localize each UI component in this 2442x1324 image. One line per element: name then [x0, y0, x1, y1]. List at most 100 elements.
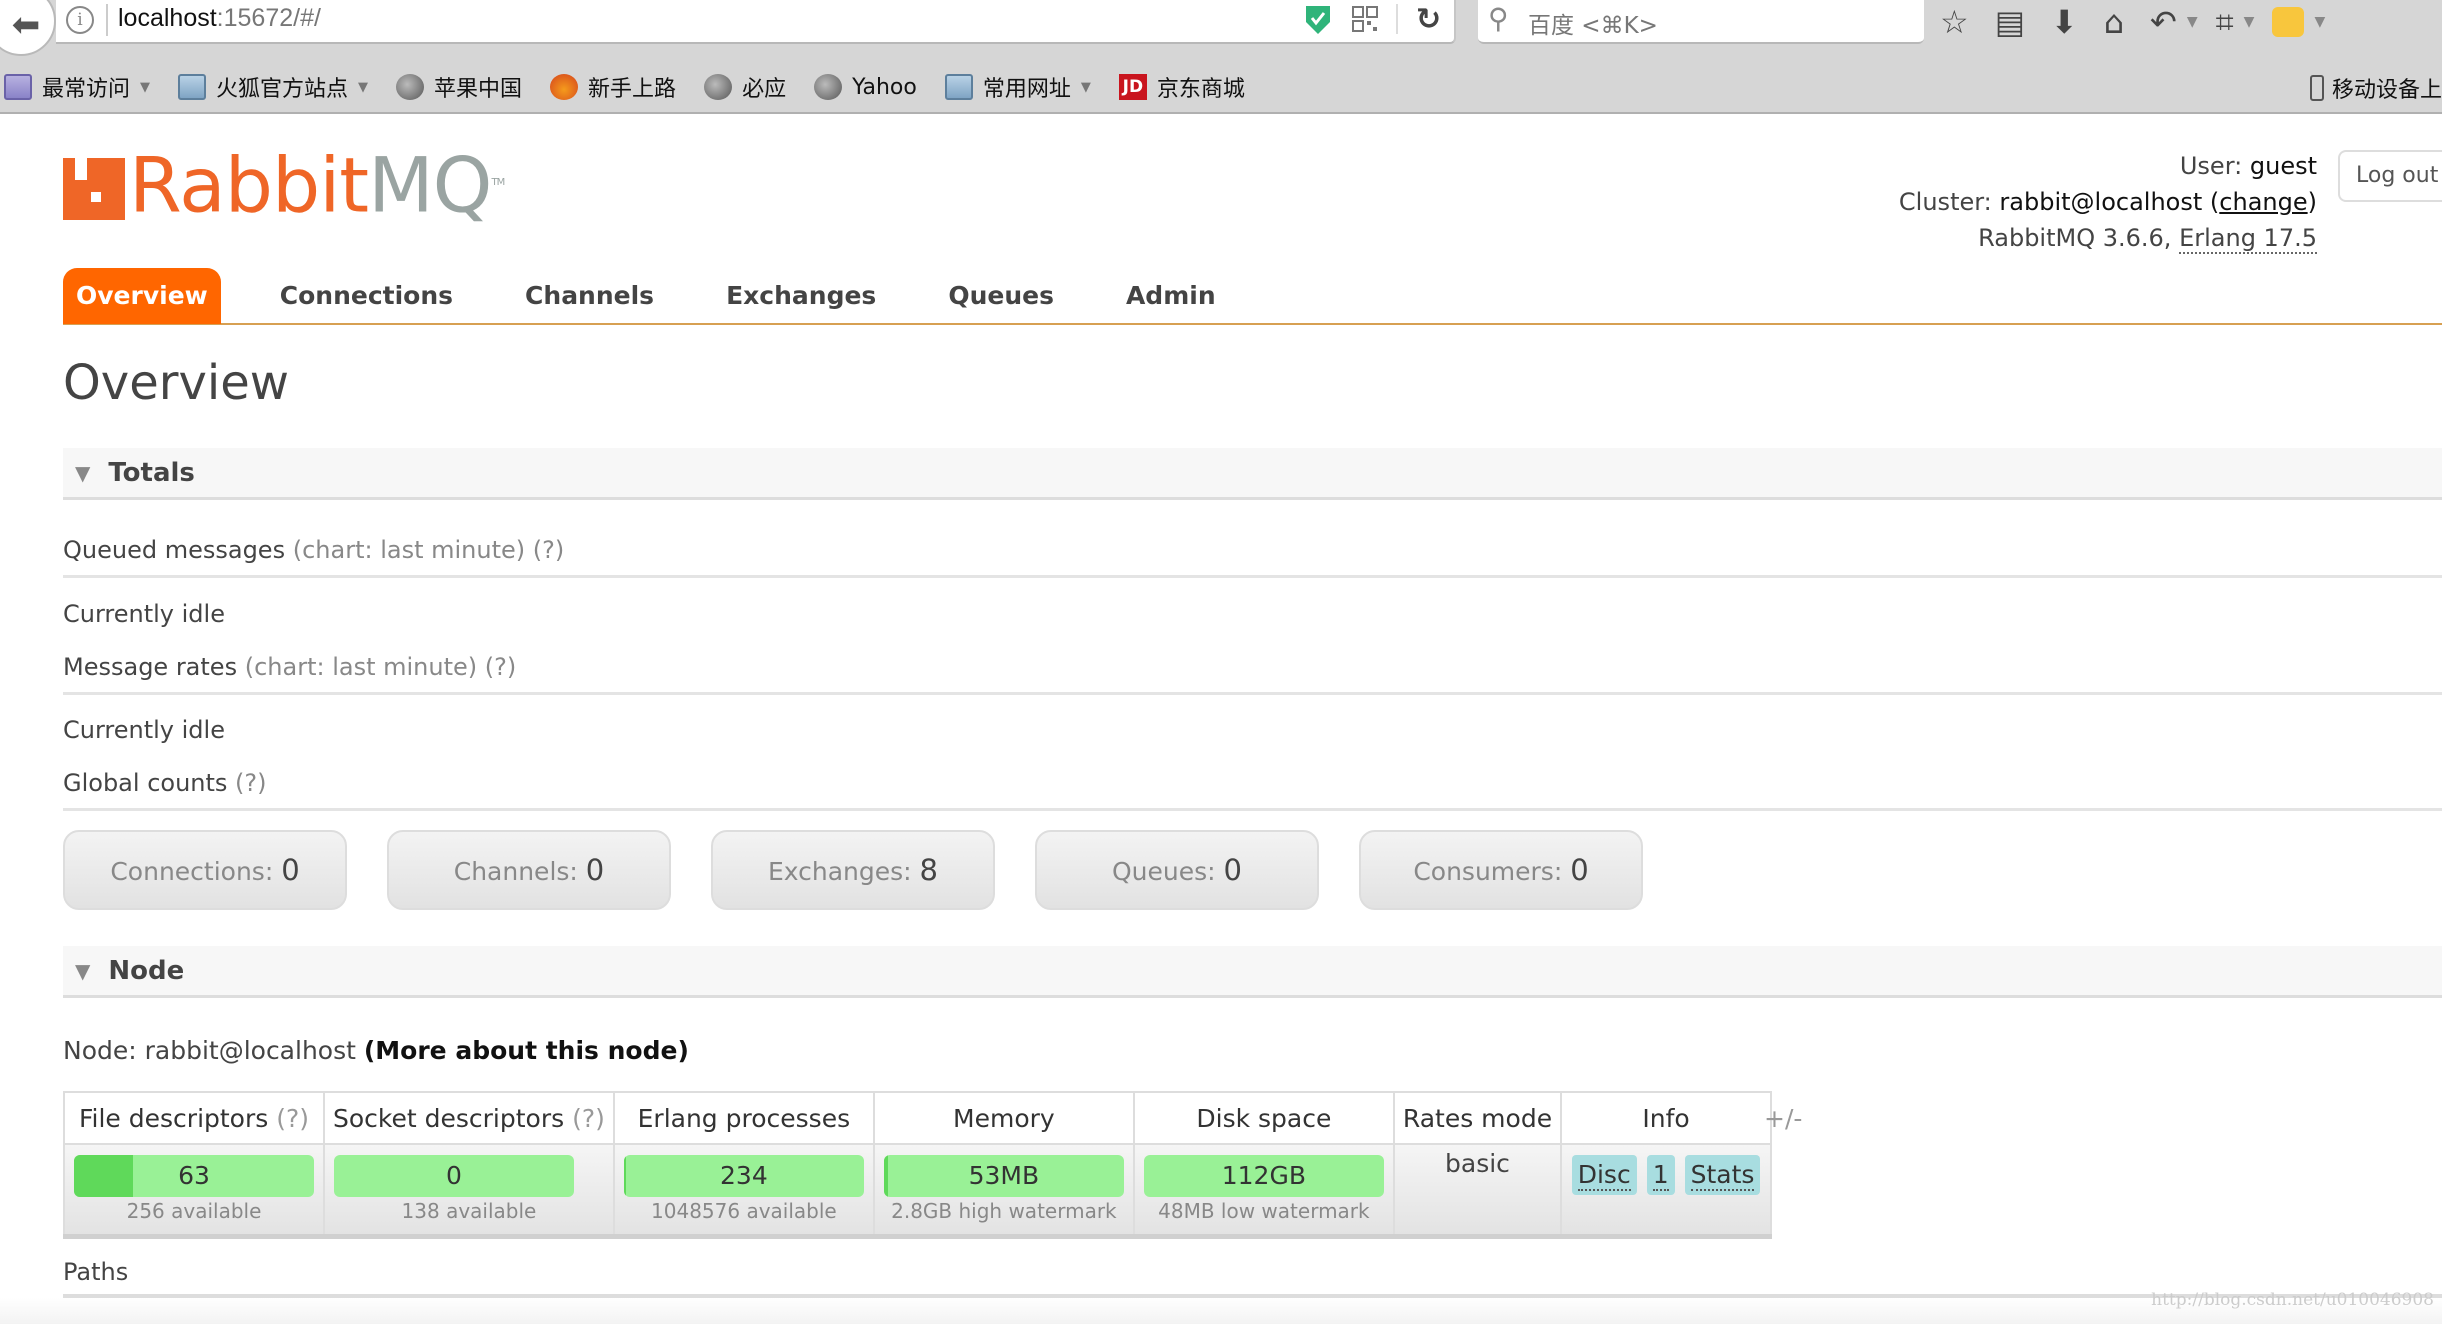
rabbitmq-logo-icon [63, 158, 125, 220]
count-label: Queues: [1112, 857, 1216, 886]
chevron-down-icon: ▼ [140, 79, 151, 95]
url-text[interactable]: localhost:15672/#/ [118, 4, 321, 33]
bookmark-most-visited[interactable]: 最常访问 ▼ [4, 71, 150, 103]
logout-button[interactable]: Log out [2338, 150, 2442, 202]
stats-badge[interactable]: Stats [1684, 1155, 1761, 1195]
tab-exchanges[interactable]: Exchanges [690, 268, 912, 324]
exchanges-count[interactable]: Exchanges: 8 [711, 830, 995, 910]
help-link[interactable]: (?) [235, 769, 266, 797]
mobile-bookmarks[interactable]: 移动设备上 [2309, 62, 2442, 114]
connections-count[interactable]: Connections: 0 [63, 830, 347, 910]
info-icon[interactable]: i [66, 6, 94, 34]
back-button[interactable]: ⬅ [0, 0, 56, 56]
consumers-count[interactable]: Consumers: 0 [1359, 830, 1643, 910]
bookmark-apple-china[interactable]: 苹果中国 [396, 71, 522, 103]
help-link[interactable]: (?) [276, 1104, 309, 1133]
chevron-down-icon[interactable]: ▼ [2244, 14, 2255, 30]
chevron-down-icon[interactable]: ▼ [2187, 14, 2198, 30]
toggle-columns-button[interactable]: +/- [1764, 1104, 1802, 1133]
chevron-down-icon: ▼ [1080, 79, 1091, 95]
count-value: 0 [281, 853, 300, 887]
node-name-line: Node: rabbit@localhost (More about this … [63, 1036, 689, 1065]
channels-count[interactable]: Channels: 0 [387, 830, 671, 910]
tab-connections[interactable]: Connections [244, 268, 489, 324]
bookmark-common-sites[interactable]: 常用网址 ▼ [944, 71, 1091, 103]
chevron-down-icon[interactable]: ▼ [2314, 14, 2325, 30]
count-badge[interactable]: 1 [1646, 1155, 1675, 1195]
tab-admin[interactable]: Admin [1090, 268, 1252, 324]
version-line: RabbitMQ 3.6.6, Erlang 17.5 [1899, 220, 2317, 256]
bookmark-jd[interactable]: JD 京东商城 [1118, 71, 1245, 103]
logo-trademark: TM [491, 176, 506, 188]
bookmark-star-icon[interactable]: ☆ [1940, 2, 1969, 42]
bookmark-bing[interactable]: 必应 [704, 71, 786, 103]
tab-queues[interactable]: Queues [912, 268, 1090, 324]
disk-space-bar: 112GB [1143, 1155, 1384, 1197]
bookmark-label: 新手上路 [588, 77, 677, 102]
reload-icon[interactable]: ↻ [1416, 2, 1441, 37]
tab-channels[interactable]: Channels [489, 268, 690, 324]
logo-text: RabbitMQTM [129, 147, 506, 223]
url-path: :15672/#/ [216, 4, 321, 32]
browser-toolbar: ⬅ i localhost:15672/#/ ↻ ⚲ 百度 <⌘K> ☆ ▤ ⬇… [0, 0, 2442, 62]
bookmark-label: 必应 [742, 77, 787, 102]
cluster-name: rabbit@localhost [1999, 188, 2203, 216]
crop-icon[interactable]: ⌗ [2216, 2, 2234, 42]
more-about-node-link[interactable]: (More about this node) [364, 1036, 689, 1065]
download-icon[interactable]: ⬇ [2051, 2, 2078, 42]
user-line: User: guest [1899, 148, 2317, 184]
rates-mode-value: basic [1392, 1143, 1563, 1239]
count-label: Connections: [110, 857, 274, 886]
undo-icon[interactable]: ↶ [2150, 2, 2177, 42]
disc-badge[interactable]: Disc [1571, 1155, 1637, 1195]
reading-list-icon[interactable]: ▤ [1995, 2, 2025, 42]
help-link[interactable]: (?) [572, 1104, 605, 1133]
change-cluster-link[interactable]: change [2219, 188, 2307, 216]
message-rates-status: Currently idle [63, 716, 225, 744]
shield-icon[interactable] [1304, 4, 1332, 36]
browser-toolbar-icons: ☆ ▤ ⬇ ⌂ ↶ ▼ ⌗ ▼ ▼ [1940, 0, 2343, 44]
col-info: Info [1560, 1091, 1773, 1145]
rates-chart-range-link[interactable]: (chart: last minute) (?) [245, 653, 517, 681]
mobile-bookmarks-label: 移动设备上 [2331, 78, 2442, 103]
home-icon[interactable]: ⌂ [2104, 2, 2124, 42]
bar-value: 234 [720, 1161, 768, 1190]
globe-icon [814, 74, 843, 100]
bookmarks-bar: 最常访问 ▼ 火狐官方站点 ▼ 苹果中国 新手上路 必应 Yahoo 常用网址 … [0, 62, 2442, 114]
node-title: Node [108, 955, 185, 986]
totals-section-header[interactable]: ▼ Totals [63, 448, 2442, 500]
totals-title: Totals [108, 457, 195, 488]
search-bar[interactable]: ⚲ 百度 <⌘K> [1478, 0, 1924, 44]
url-separator [106, 4, 108, 36]
col-label: File descriptors [78, 1103, 269, 1133]
bookmark-label: 常用网址 [982, 77, 1071, 102]
queued-chart-range-link[interactable]: (chart: last minute) (?) [293, 536, 565, 564]
bottom-fade [0, 1298, 2442, 1324]
bookmark-firefox-sites[interactable]: 火狐官方站点 ▼ [178, 71, 368, 103]
bookmark-yahoo[interactable]: Yahoo [814, 74, 917, 100]
bookmark-label: 京东商城 [1156, 77, 1245, 102]
bookmark-label: 苹果中国 [434, 77, 523, 102]
count-value: 0 [1570, 853, 1589, 887]
back-arrow-icon: ⬅ [11, 5, 41, 45]
qr-code-icon[interactable] [1352, 6, 1378, 32]
collapse-triangle-icon: ▼ [75, 460, 91, 485]
mail-icon[interactable] [2272, 7, 2305, 37]
paths-header[interactable]: Paths [63, 1258, 2442, 1298]
socket-descriptors-bar: 0 [334, 1155, 574, 1197]
chevron-down-icon: ▼ [358, 79, 369, 95]
user-label: User: [2179, 152, 2243, 180]
url-bar[interactable]: i localhost:15672/#/ ↻ [56, 0, 1456, 44]
badge-label: Stats [1690, 1160, 1755, 1191]
disk-space-cell: 112GB 48MB low watermark [1132, 1143, 1395, 1239]
rabbitmq-logo[interactable]: RabbitMQTM [63, 147, 506, 223]
node-section-header[interactable]: ▼ Node [63, 946, 2442, 998]
globe-icon [704, 74, 733, 100]
memory-cell: 53MB 2.8GB high watermark [872, 1143, 1135, 1239]
bar-subtext: 48MB low watermark [1158, 1199, 1370, 1223]
message-rates-header: Message rates (chart: last minute) (?) [63, 653, 2442, 695]
bookmark-getting-started[interactable]: 新手上路 [550, 71, 676, 103]
erlang-version[interactable]: Erlang 17.5 [2179, 224, 2317, 254]
queues-count[interactable]: Queues: 0 [1035, 830, 1319, 910]
tab-overview[interactable]: Overview [63, 268, 221, 324]
